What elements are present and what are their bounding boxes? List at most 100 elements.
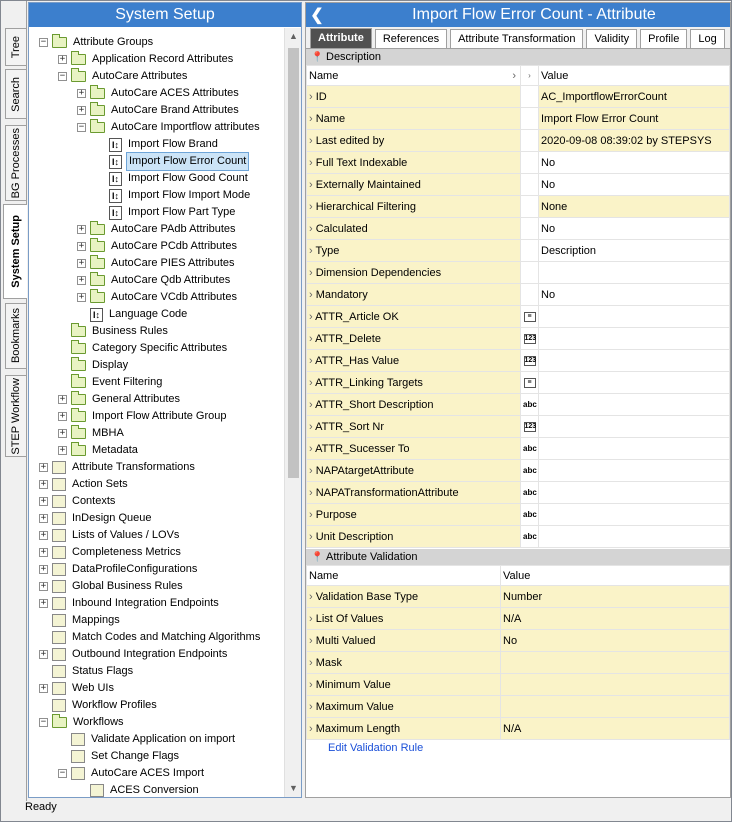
expand-icon[interactable]: + — [39, 497, 48, 506]
row-name-cell[interactable]: › ATTR_Delete — [306, 327, 521, 350]
row-name-cell[interactable]: › ATTR_Short Description — [306, 393, 521, 416]
row-expand-chevron-icon[interactable]: › — [309, 267, 316, 279]
tree-node[interactable]: + Contexts — [29, 493, 285, 510]
row-value-cell[interactable]: No — [538, 283, 730, 306]
row-expand-chevron-icon[interactable]: › — [309, 113, 316, 125]
row-expand-chevron-icon[interactable]: › — [309, 613, 316, 625]
description-row[interactable]: › Full Text Indexable No — [306, 151, 730, 174]
tab-references[interactable]: References — [374, 29, 448, 48]
tree-node[interactable]: Event Filtering — [29, 374, 285, 391]
pin-icon[interactable]: 📍 — [311, 50, 323, 66]
tab-attribute-transformation[interactable]: Attribute Transformation — [450, 29, 584, 48]
description-row[interactable]: › ATTR_Sort Nr 123 — [306, 415, 730, 438]
tree-node[interactable]: + Outbound Integration Endpoints — [29, 646, 285, 663]
row-value-cell[interactable] — [538, 371, 730, 394]
row-value-cell[interactable] — [538, 503, 730, 526]
row-expand-chevron-icon[interactable]: › — [309, 635, 316, 647]
tree-node[interactable]: + Attribute Transformations — [29, 459, 285, 476]
description-row[interactable]: › ID AC_ImportflowErrorCount — [306, 85, 730, 108]
validation-row[interactable]: › Validation Base Type Number — [306, 585, 730, 608]
row-name-cell[interactable]: › Purpose — [306, 503, 521, 526]
expand-icon[interactable]: + — [77, 293, 86, 302]
expand-icon[interactable]: + — [39, 582, 48, 591]
description-row[interactable]: › Externally Maintained No — [306, 173, 730, 196]
row-value-cell[interactable] — [538, 327, 730, 350]
row-name-cell[interactable]: › Calculated — [306, 217, 521, 240]
tree-node[interactable]: + Inbound Integration Endpoints — [29, 595, 285, 612]
collapse-icon[interactable]: − — [39, 38, 48, 47]
name-column-header[interactable]: Name › — [306, 65, 521, 86]
row-expand-chevron-icon[interactable]: › — [309, 201, 316, 213]
row-value-cell[interactable] — [538, 393, 730, 416]
validation-row[interactable]: › List Of Values N/A — [306, 607, 730, 630]
expand-icon[interactable]: + — [39, 565, 48, 574]
tree-node[interactable]: + Lists of Values / LOVs — [29, 527, 285, 544]
tab-profile[interactable]: Profile — [640, 29, 688, 48]
description-row[interactable]: › Dimension Dependencies — [306, 261, 730, 284]
expand-icon[interactable]: + — [39, 480, 48, 489]
row-value-cell[interactable]: None — [538, 195, 730, 218]
row-expand-chevron-icon[interactable]: › — [309, 91, 316, 103]
row-value-cell[interactable]: N/A — [500, 717, 730, 740]
tree-node[interactable]: − AutoCare Importflow attributes — [29, 119, 285, 136]
row-name-cell[interactable]: › ATTR_Sucesser To — [306, 437, 521, 460]
tree-node[interactable]: I↕ Import Flow Good Count — [29, 170, 285, 187]
row-value-cell[interactable]: Description — [538, 239, 730, 262]
tree-node[interactable]: Set Change Flags — [29, 748, 285, 765]
tree-node[interactable]: Workflow Profiles — [29, 697, 285, 714]
expand-icon[interactable]: + — [39, 650, 48, 659]
expand-icon[interactable]: + — [39, 684, 48, 693]
row-name-cell[interactable]: › NAPAtargetAttribute — [306, 459, 521, 482]
vtab-bg-processes[interactable]: BG Processes — [5, 125, 26, 201]
tree-node[interactable]: + AutoCare PCdb Attributes — [29, 238, 285, 255]
row-name-cell[interactable]: › ATTR_Sort Nr — [306, 415, 521, 438]
tree-node[interactable]: + Metadata — [29, 442, 285, 459]
row-value-cell[interactable]: AC_ImportflowErrorCount — [538, 85, 730, 108]
row-value-cell[interactable] — [500, 673, 730, 696]
tree-node[interactable]: + DataProfileConfigurations — [29, 561, 285, 578]
row-name-cell[interactable]: › Externally Maintained — [306, 173, 521, 196]
row-value-cell[interactable]: No — [500, 629, 730, 652]
tree-scrollbar[interactable]: ▲ ▼ — [284, 28, 301, 797]
description-row[interactable]: › Purpose abc — [306, 503, 730, 526]
expand-icon[interactable]: + — [39, 548, 48, 557]
scroll-thumb[interactable] — [288, 48, 299, 478]
expand-icon[interactable]: + — [77, 276, 86, 285]
row-name-cell[interactable]: › ATTR_Has Value — [306, 349, 521, 372]
expand-icon[interactable]: + — [58, 412, 67, 421]
tree-node[interactable]: + Import Flow Attribute Group — [29, 408, 285, 425]
tree-node[interactable]: + Global Business Rules — [29, 578, 285, 595]
tree-node[interactable]: Validate Application on import — [29, 731, 285, 748]
row-value-cell[interactable] — [538, 437, 730, 460]
tree-node[interactable]: I↕ Import Flow Brand — [29, 136, 285, 153]
collapse-icon[interactable]: − — [39, 718, 48, 727]
tree-node[interactable]: + Completeness Metrics — [29, 544, 285, 561]
tree-node[interactable]: ACES Conversion — [29, 782, 285, 797]
row-value-cell[interactable] — [538, 481, 730, 504]
description-row[interactable]: › NAPATransformationAttribute abc — [306, 481, 730, 504]
row-value-cell[interactable]: Number — [500, 585, 730, 608]
expand-icon[interactable]: + — [77, 259, 86, 268]
row-name-cell[interactable]: › Full Text Indexable — [306, 151, 521, 174]
vtab-system-setup[interactable]: System Setup — [3, 204, 27, 299]
description-row[interactable]: › ATTR_Linking Targets ≡ — [306, 371, 730, 394]
tree-node[interactable]: + Action Sets — [29, 476, 285, 493]
expand-icon[interactable]: + — [58, 446, 67, 455]
row-expand-chevron-icon[interactable]: › — [309, 157, 316, 169]
row-expand-chevron-icon[interactable]: › — [309, 679, 316, 691]
tree-node[interactable]: − AutoCare ACES Import — [29, 765, 285, 782]
description-row[interactable]: › ATTR_Delete 123 — [306, 327, 730, 350]
row-name-cell[interactable]: › ATTR_Linking Targets — [306, 371, 521, 394]
row-expand-chevron-icon[interactable]: › — [309, 723, 316, 735]
row-value-cell[interactable]: Import Flow Error Count — [538, 107, 730, 130]
tree-node[interactable]: I↕ Import Flow Import Mode — [29, 187, 285, 204]
tree-node[interactable]: Display — [29, 357, 285, 374]
row-name-cell[interactable]: › Maximum Length — [306, 717, 501, 740]
tab-validity[interactable]: Validity — [586, 29, 638, 48]
expand-icon[interactable]: + — [77, 225, 86, 234]
collapse-icon[interactable]: − — [58, 72, 67, 81]
description-row[interactable]: › ATTR_Has Value 123 — [306, 349, 730, 372]
edit-validation-rule-link[interactable]: Edit Validation Rule — [306, 740, 730, 756]
row-name-cell[interactable]: › Dimension Dependencies — [306, 261, 521, 284]
description-row[interactable]: › Unit Description abc — [306, 525, 730, 548]
